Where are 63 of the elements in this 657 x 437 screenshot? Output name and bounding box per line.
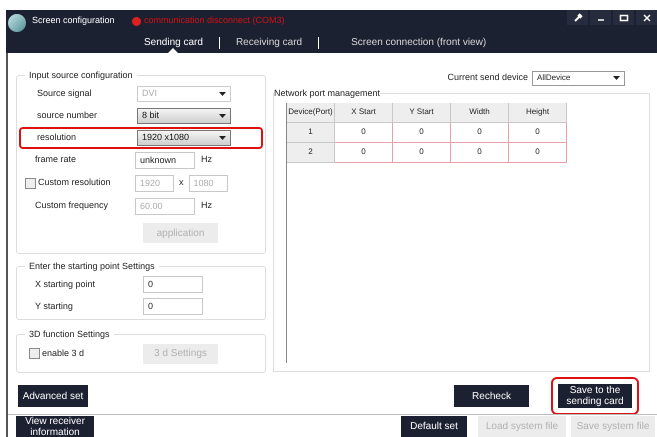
field-label: Custom frequency — [34, 199, 110, 212]
field-label: Y starting — [34, 300, 74, 313]
caret-icon — [219, 114, 226, 118]
app-logo-icon — [8, 14, 26, 32]
minimize-icon[interactable] — [590, 10, 611, 25]
input-field[interactable]: 0 — [143, 276, 203, 293]
action-button[interactable]: Advanced set — [18, 385, 88, 407]
unit-label: Hz — [201, 153, 212, 166]
dropdown-value: DVI — [142, 86, 158, 100]
action-button[interactable]: Default set — [401, 416, 467, 437]
input-field[interactable]: unknown — [135, 152, 195, 168]
group-title: Input source configuration — [28, 69, 134, 82]
column-header: Width — [451, 102, 509, 122]
table-cell: 0 — [509, 142, 567, 162]
group-title: Network port management — [274, 87, 380, 100]
input-field[interactable]: 0 — [143, 298, 203, 315]
close-icon[interactable] — [636, 10, 657, 25]
caret-icon — [613, 76, 620, 80]
dropdown[interactable]: AllDevice — [532, 70, 625, 86]
column-header: X Start — [335, 102, 393, 122]
table-cell: 0 — [509, 122, 567, 142]
dropdown-value: 8 bit — [142, 108, 160, 122]
caret-icon — [219, 136, 226, 140]
row-header: 2 — [287, 142, 335, 162]
checkbox[interactable] — [29, 348, 40, 359]
table-cell: 0 — [451, 122, 509, 142]
table-cell: 0 — [393, 142, 451, 162]
table-cell: 0 — [451, 142, 509, 162]
column-header: Device(Port) — [287, 102, 335, 122]
row-header: 1 — [287, 122, 335, 142]
tab[interactable]: Sending card — [138, 32, 209, 53]
table-cell: 0 — [335, 122, 393, 142]
checkbox-label: enable 3 d — [42, 346, 84, 360]
dropdown[interactable]: 1920 x1080 — [137, 130, 231, 146]
dropdown[interactable]: 8 bit — [137, 108, 231, 124]
field-label: X starting point — [34, 278, 96, 291]
field-label: source number — [36, 108, 98, 122]
dropdown-value: AllDevice — [537, 72, 570, 84]
window-title: Screen configuration — [32, 14, 116, 28]
tab[interactable]: Screen connection (front view) — [345, 32, 492, 53]
field-label: Current send device — [447, 71, 528, 84]
table-cell: 0 — [393, 122, 451, 142]
action-button[interactable]: Recheck — [454, 385, 529, 407]
action-button[interactable]: View receiver information — [16, 416, 94, 437]
tab[interactable]: Receiving card — [230, 32, 308, 53]
field-label: resolution — [36, 130, 78, 144]
column-header: Height — [509, 102, 567, 122]
group-title: Enter the starting point Settings — [28, 260, 156, 273]
wrench-icon[interactable] — [567, 10, 588, 25]
group-title: 3D function Settings — [28, 328, 111, 341]
dropdown-value: 1920 x1080 — [142, 130, 190, 144]
field-label: frame rate — [34, 153, 78, 166]
table-cell: 0 — [335, 142, 393, 162]
field-label: Source signal — [36, 86, 93, 100]
maximize-icon[interactable] — [613, 10, 634, 25]
unit-label: Hz — [201, 199, 212, 212]
column-header: Y Start — [393, 102, 451, 122]
separator-label: x — [179, 176, 184, 190]
action-button[interactable]: Save to the sending card — [558, 384, 632, 408]
checkbox-label: Custom resolution — [38, 176, 111, 190]
tab-pointer-icon — [168, 48, 178, 53]
connection-status: communication disconnect (COM3) — [144, 14, 285, 28]
caret-icon — [219, 92, 226, 96]
